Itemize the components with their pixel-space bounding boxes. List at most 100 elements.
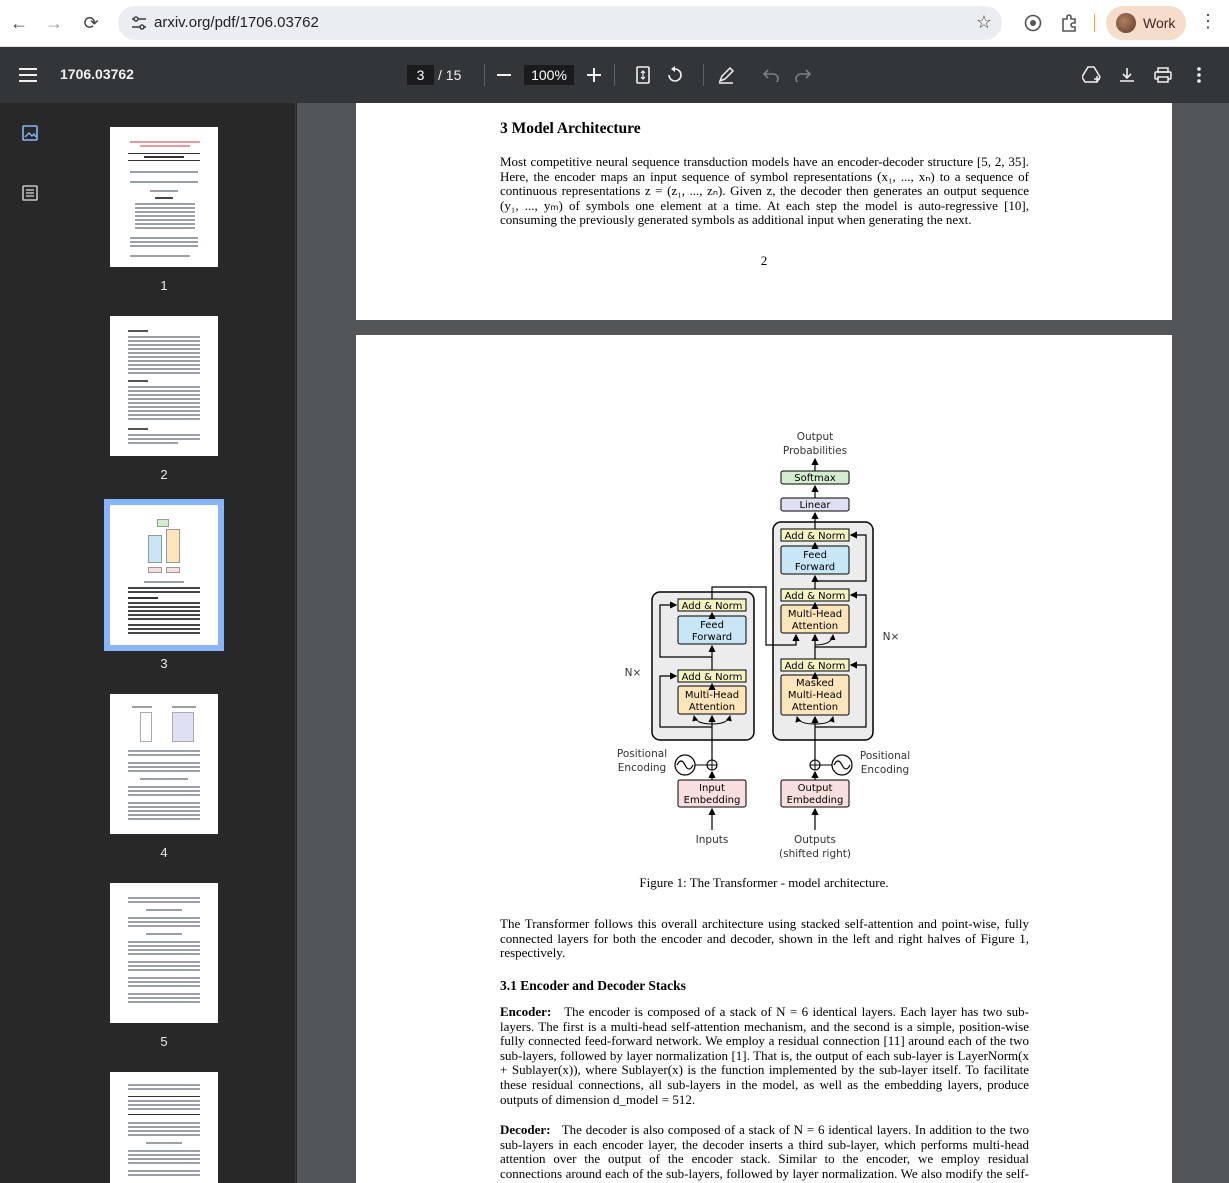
thumbnails-view-icon[interactable] [20,123,40,143]
toolbar-divider [484,64,485,86]
label: Multi-Head [788,690,842,701]
page-thumbnail-2[interactable] [110,316,218,456]
outline-view-icon[interactable] [20,183,40,203]
label: Embedding [787,795,844,806]
bookmark-star-icon[interactable]: ☆ [976,12,992,33]
zoom-input[interactable]: 100% [524,65,574,85]
pdf-page-2: 3 Model Architecture Most competitive ne… [356,103,1172,320]
label: Output [797,431,833,443]
label: Embedding [684,795,741,806]
page-thumbnail-3[interactable] [104,499,224,651]
document-title: 1706.03762 [60,66,134,82]
encoder-stack-box [651,591,755,741]
label: Add & Norm [682,672,743,683]
label: Encoding [861,764,909,776]
label: Positional [860,750,910,762]
decoder-text: The decoder is also composed of a stack … [500,1122,1029,1183]
label: N× [883,631,900,643]
thumbnail-label: 2 [160,467,168,482]
annotate-pen-icon[interactable] [714,63,738,87]
thumbnail-label: 3 [160,656,168,671]
paragraph: Most competitive neural sequence transdu… [500,154,1029,228]
label: Attention [689,702,735,713]
label: Outputs [794,834,836,846]
toolbar-divider [703,64,704,86]
thumbnail-sidebar: 1 2 3 4 5 [0,103,296,1183]
profile-chip[interactable]: Work [1106,6,1186,40]
drive-save-icon[interactable] [1080,63,1104,87]
label: Attention [792,702,838,713]
address-bar[interactable]: arxiv.org/pdf/1706.03762 ☆ [118,6,1002,40]
fit-page-icon[interactable] [631,63,655,87]
pdf-toolbar: 1706.03762 3 / 15 100% [0,47,1229,103]
zoom-out-icon[interactable] [492,63,516,87]
toolbar-divider [614,64,615,86]
url-text: arxiv.org/pdf/1706.03762 [154,14,319,31]
label: Feed [700,620,724,631]
decoder-paragraph: Decoder: The decoder is also composed of… [500,1122,1029,1183]
section-heading: 3 Model Architecture [500,120,641,137]
paragraph: The Transformer follows this overall arc… [500,916,1029,961]
label: Probabilities [783,445,847,457]
label: Masked [796,678,834,689]
hamburger-menu-icon[interactable] [16,63,40,87]
add-icon [706,759,821,771]
avatar [1116,13,1136,33]
download-icon[interactable] [1115,63,1139,87]
subsection-heading: 3.1 Encoder and Decoder Stacks [500,978,686,993]
label: Add & Norm [785,661,846,672]
page-thumbnail-6[interactable] [110,1072,218,1183]
redo-icon[interactable] [791,63,815,87]
thumbnail-label: 5 [160,1034,168,1049]
encoder-label: Encoder: [500,1004,552,1019]
label: (shifted right) [779,848,851,860]
toolbar-divider [1094,14,1095,32]
label: Add & Norm [682,601,743,612]
page-thumbnail-1[interactable] [110,127,218,267]
forward-icon[interactable]: → [41,10,67,36]
back-icon[interactable]: ← [6,10,32,36]
page-number-input[interactable]: 3 [407,65,434,85]
label: Inputs [696,834,729,846]
rotate-icon[interactable] [663,63,687,87]
encoder-paragraph: Encoder: The encoder is composed of a st… [500,1004,1030,1107]
label: Feed [803,550,827,561]
label: Add & Norm [785,531,846,542]
pdf-viewer[interactable]: 3 Model Architecture Most competitive ne… [297,103,1229,1183]
page-thumbnail-5[interactable] [110,883,218,1023]
label: Multi-Head [788,609,842,620]
undo-icon[interactable] [759,63,783,87]
label: Add & Norm [785,591,846,602]
figure-caption: Figure 1: The Transformer - model archit… [639,875,889,890]
page-thumbnail-4[interactable] [110,694,218,834]
transformer-architecture-figure: Add & Norm Feed Forward Add & Norm Multi… [617,431,910,860]
browser-toolbar: ← → ⟳ arxiv.org/pdf/1706.03762 ☆ Work ⋮ [0,0,1229,47]
label: Forward [795,562,835,573]
zoom-in-icon[interactable] [582,63,606,87]
label: Linear [799,500,831,511]
thumbnail-label: 4 [160,845,168,860]
label: Attention [792,621,838,632]
more-options-icon[interactable] [1187,63,1211,87]
label: Input [699,783,725,794]
decoder-label: Decoder: [500,1122,551,1137]
pdf-page-3: Add & Norm Feed Forward Add & Norm Multi… [356,335,1172,1183]
label: N× [625,667,642,679]
label: Forward [692,632,732,643]
label: Multi-Head [685,690,739,701]
page-number: 2 [760,253,768,268]
reload-icon[interactable]: ⟳ [78,10,104,36]
page-total: / 15 [438,67,462,83]
site-settings-icon[interactable] [130,14,148,32]
profile-name: Work [1143,15,1176,31]
extension-icon[interactable] [1022,12,1044,34]
thumbnail-label: 1 [160,278,168,293]
print-icon[interactable] [1151,63,1175,87]
browser-menu-icon[interactable]: ⋮ [1198,11,1218,35]
label: Encoding [618,762,666,774]
label: Softmax [794,473,836,484]
label: Output [798,783,833,794]
puzzle-extensions-icon[interactable] [1058,12,1080,34]
label: Positional [617,748,667,760]
encoder-text: The encoder is composed of a stack of N … [500,1004,1030,1107]
